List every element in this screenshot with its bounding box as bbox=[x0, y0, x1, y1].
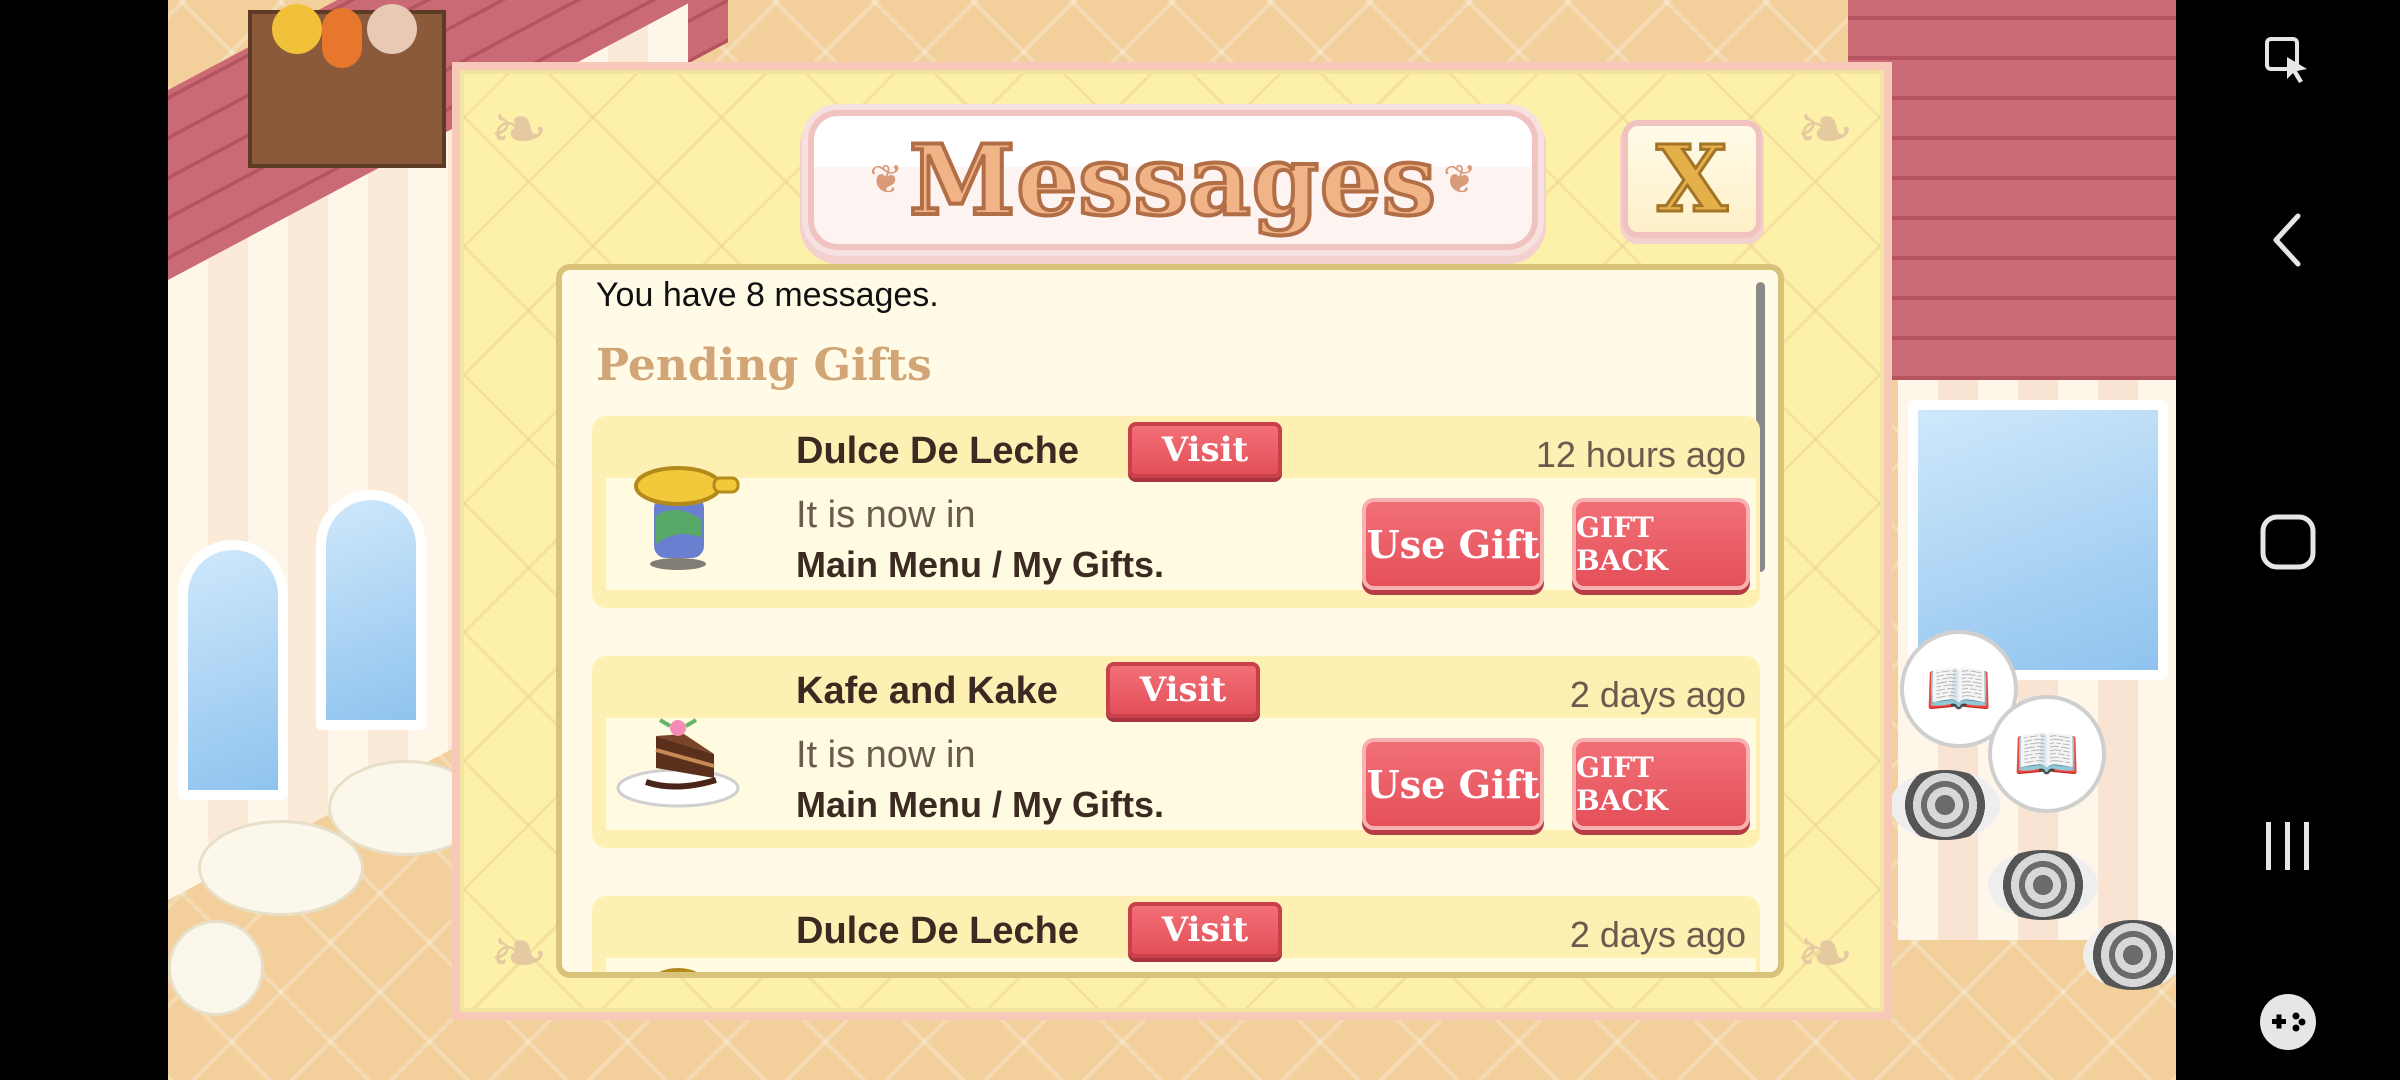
gift-back-button[interactable]: GIFT BACK bbox=[1572, 498, 1750, 590]
corner-ornament: ❧ bbox=[489, 90, 549, 168]
message-text: It is now in bbox=[796, 734, 976, 776]
stove-burner bbox=[1988, 850, 2098, 920]
close-icon: X bbox=[1655, 124, 1729, 235]
keyboard-pointer-icon[interactable] bbox=[2248, 20, 2328, 100]
cafe-table bbox=[168, 920, 264, 1016]
android-nav-bar bbox=[2176, 0, 2400, 1080]
message-location: Main Menu / My Gifts. bbox=[796, 544, 1165, 585]
flourish-icon: ❦ bbox=[1442, 158, 1477, 202]
corner-ornament: ❧ bbox=[1795, 90, 1855, 168]
back-icon[interactable] bbox=[2248, 200, 2328, 280]
vegetable-crate bbox=[248, 4, 446, 168]
lemon bbox=[272, 4, 322, 54]
recents-icon[interactable] bbox=[2248, 806, 2328, 886]
carrot bbox=[322, 8, 362, 68]
use-gift-button[interactable]: Use Gift bbox=[1362, 738, 1544, 830]
stove-burner bbox=[2083, 920, 2176, 990]
sender-name: Dulce De Leche bbox=[796, 910, 1079, 952]
corner-ornament: ❧ bbox=[1795, 914, 1855, 992]
message-list[interactable]: You have 8 messages. Pending Gifts Dulce… bbox=[556, 264, 1784, 978]
game-tools-icon[interactable] bbox=[2248, 982, 2328, 1062]
section-heading: Pending Gifts bbox=[596, 340, 932, 391]
sender-name: Kafe and Kake bbox=[796, 670, 1058, 712]
red-tile-floor-right bbox=[1848, 0, 2176, 380]
teapot-icon bbox=[634, 466, 740, 570]
message-text: It is now in bbox=[796, 494, 976, 536]
gift-back-button[interactable]: GIFT BACK bbox=[1572, 738, 1750, 830]
window bbox=[178, 540, 288, 800]
message-time: 2 days ago bbox=[1569, 674, 1746, 715]
message-location: Main Menu / My Gifts. bbox=[796, 784, 1165, 825]
close-button[interactable]: X bbox=[1622, 120, 1762, 238]
stove-burner bbox=[1890, 770, 2000, 840]
message-time: 2 days ago bbox=[1569, 914, 1746, 955]
onion bbox=[367, 4, 417, 54]
message-card: Dulce De Leche Visit 12 hours ago It is … bbox=[592, 416, 1760, 608]
title-banner: ❦ Messages ❦ bbox=[808, 110, 1538, 250]
cafe-table bbox=[198, 820, 364, 916]
message-count: You have 8 messages. bbox=[596, 276, 939, 314]
window bbox=[316, 490, 426, 730]
use-gift-button[interactable]: Use Gift bbox=[1362, 498, 1544, 590]
message-body-panel bbox=[606, 958, 1756, 972]
message-card: Dulce De Leche Visit 2 days ago bbox=[592, 896, 1760, 972]
visit-button[interactable]: Visit bbox=[1128, 902, 1282, 958]
home-icon[interactable] bbox=[2248, 502, 2328, 582]
cake-slice-icon bbox=[616, 718, 740, 808]
message-card: Kafe and Kake Visit 2 days ago It is now… bbox=[592, 656, 1760, 848]
dialog-title: Messages bbox=[907, 122, 1438, 239]
visit-button[interactable]: Visit bbox=[1128, 422, 1282, 478]
recipe-book-icon[interactable]: 📖 bbox=[1988, 695, 2106, 813]
message-time: 12 hours ago bbox=[1535, 434, 1746, 475]
sender-name: Dulce De Leche bbox=[796, 430, 1079, 472]
visit-button[interactable]: Visit bbox=[1106, 662, 1260, 718]
gift-item-icon bbox=[659, 968, 697, 972]
flourish-icon: ❦ bbox=[869, 158, 904, 202]
